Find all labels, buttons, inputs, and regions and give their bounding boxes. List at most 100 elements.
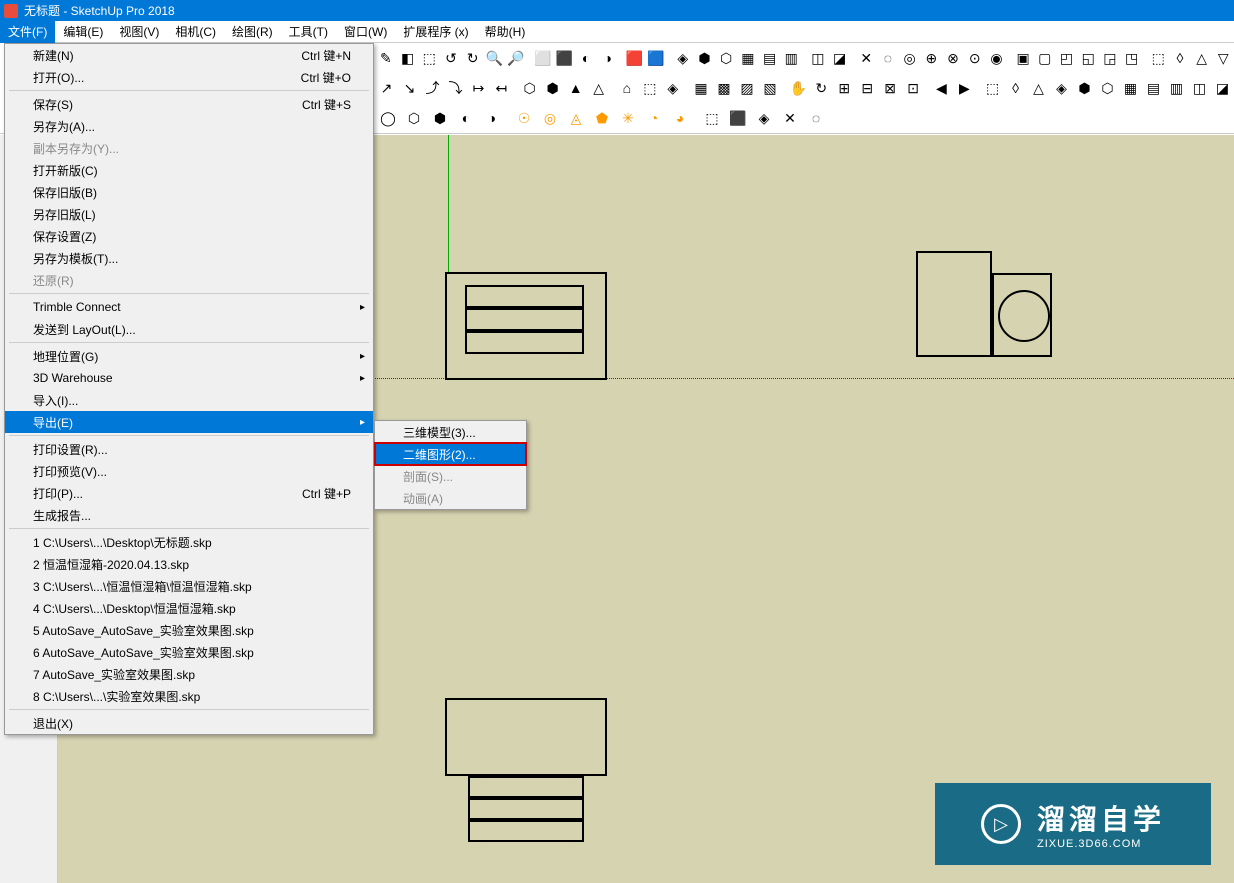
- menu-item[interactable]: 相机(C): [167, 20, 224, 43]
- menu-item[interactable]: 导入(I)...: [5, 389, 373, 411]
- menu-item[interactable]: 文件(F): [0, 20, 55, 43]
- toolbar-button[interactable]: ▲: [565, 76, 586, 100]
- menu-item[interactable]: 扩展程序 (x): [395, 20, 476, 43]
- menu-item[interactable]: 另存为模板(T)...: [5, 247, 373, 269]
- toolbar-button[interactable]: ↗: [376, 76, 397, 100]
- toolbar-button[interactable]: ▦: [738, 46, 758, 70]
- menu-item[interactable]: 保存旧版(B): [5, 181, 373, 203]
- toolbar-button[interactable]: ▥: [1166, 76, 1187, 100]
- toolbar-button[interactable]: ▢: [1035, 46, 1055, 70]
- toolbar-button[interactable]: ◈: [662, 76, 683, 100]
- menu-item[interactable]: 发送到 LayOut(L)...: [5, 318, 373, 340]
- toolbar-button[interactable]: ⬢: [428, 106, 452, 130]
- toolbar-button[interactable]: △: [1028, 76, 1049, 100]
- menu-item[interactable]: 2 恒温恒湿箱-2020.04.13.skp: [5, 553, 373, 575]
- toolbar-button[interactable]: ◪: [830, 46, 850, 70]
- toolbar-button[interactable]: ↦: [468, 76, 489, 100]
- toolbar-button[interactable]: ◳: [1122, 46, 1142, 70]
- toolbar-button[interactable]: ▣: [1013, 46, 1033, 70]
- toolbar-button[interactable]: ⬜: [533, 46, 553, 70]
- menu-item[interactable]: 保存(S)Ctrl 键+S: [5, 93, 373, 115]
- toolbar-button[interactable]: ⬡: [716, 46, 736, 70]
- toolbar-button[interactable]: ☉: [512, 106, 536, 130]
- toolbar-button[interactable]: ◐: [576, 46, 596, 70]
- toolbar-button[interactable]: ◎: [900, 46, 920, 70]
- toolbar-button[interactable]: ⊟: [857, 76, 878, 100]
- submenu-item[interactable]: 二维图形(2)...: [375, 443, 526, 465]
- menu-item[interactable]: 窗口(W): [336, 20, 395, 43]
- toolbar-button[interactable]: ◊: [1005, 76, 1026, 100]
- toolbar-button[interactable]: ↤: [491, 76, 512, 100]
- toolbar-button[interactable]: ⬡: [402, 106, 426, 130]
- menu-item[interactable]: 3D Warehouse: [5, 367, 373, 389]
- toolbar-button[interactable]: ▤: [760, 46, 780, 70]
- toolbar-button[interactable]: ⬛: [555, 46, 575, 70]
- toolbar-button[interactable]: ◊: [1170, 46, 1190, 70]
- menu-item[interactable]: 导出(E): [5, 411, 373, 433]
- toolbar-button[interactable]: ⊗: [943, 46, 963, 70]
- toolbar-button[interactable]: 🟥: [625, 46, 645, 70]
- toolbar-button[interactable]: ◬: [564, 106, 588, 130]
- submenu-item[interactable]: 三维模型(3)...: [375, 421, 526, 443]
- toolbar-button[interactable]: ⬛: [726, 106, 750, 130]
- toolbar-button[interactable]: ⊡: [903, 76, 924, 100]
- toolbar-button[interactable]: ◑: [480, 106, 504, 130]
- menu-item[interactable]: 1 C:\Users\...\Desktop\无标题.skp: [5, 531, 373, 553]
- toolbar-button[interactable]: ⬡: [1097, 76, 1118, 100]
- menu-item[interactable]: 打印预览(V)...: [5, 460, 373, 482]
- menu-item[interactable]: 绘图(R): [224, 20, 281, 43]
- toolbar-button[interactable]: ⬚: [419, 46, 439, 70]
- toolbar-button[interactable]: ⬚: [700, 106, 724, 130]
- toolbar-button[interactable]: △: [1192, 46, 1212, 70]
- toolbar-button[interactable]: ◧: [398, 46, 418, 70]
- toolbar-button[interactable]: ⊕: [921, 46, 941, 70]
- toolbar-button[interactable]: ↻: [463, 46, 483, 70]
- menu-item[interactable]: 6 AutoSave_AutoSave_实验室效果图.skp: [5, 641, 373, 663]
- toolbar-button[interactable]: ↘: [399, 76, 420, 100]
- toolbar-button[interactable]: ✕: [856, 46, 876, 70]
- menu-item[interactable]: 帮助(H): [477, 20, 534, 43]
- toolbar-button[interactable]: ▧: [760, 76, 781, 100]
- toolbar-button[interactable]: ◱: [1078, 46, 1098, 70]
- toolbar-button[interactable]: ⬚: [639, 76, 660, 100]
- toolbar-button[interactable]: ◪: [1212, 76, 1233, 100]
- menu-item[interactable]: 5 AutoSave_AutoSave_实验室效果图.skp: [5, 619, 373, 641]
- menu-item[interactable]: 退出(X): [5, 712, 373, 734]
- menu-item[interactable]: 新建(N)Ctrl 键+N: [5, 44, 373, 66]
- toolbar-button[interactable]: ⬚: [1148, 46, 1168, 70]
- toolbar-button[interactable]: ▶: [954, 76, 975, 100]
- menu-item[interactable]: 工具(T): [281, 20, 336, 43]
- toolbar-button[interactable]: ▽: [1213, 46, 1233, 70]
- toolbar-button[interactable]: ◈: [752, 106, 776, 130]
- toolbar-button[interactable]: ◈: [673, 46, 693, 70]
- toolbar-button[interactable]: ▦: [1120, 76, 1141, 100]
- toolbar-button[interactable]: ⬢: [542, 76, 563, 100]
- toolbar-button[interactable]: ✎: [376, 46, 396, 70]
- toolbar-button[interactable]: ⬚: [982, 76, 1003, 100]
- toolbar-button[interactable]: ◫: [808, 46, 828, 70]
- menu-bar[interactable]: 文件(F)编辑(E)视图(V)相机(C)绘图(R)工具(T)窗口(W)扩展程序 …: [0, 21, 1234, 43]
- export-submenu[interactable]: 三维模型(3)...二维图形(2)...剖面(S)...动画(A): [374, 420, 527, 510]
- menu-item[interactable]: 生成报告...: [5, 504, 373, 526]
- toolbar-button[interactable]: ⤴: [422, 76, 443, 100]
- toolbar-button[interactable]: ⬡: [519, 76, 540, 100]
- menu-item[interactable]: 另存旧版(L): [5, 203, 373, 225]
- menu-item[interactable]: 8 C:\Users\...\实验室效果图.skp: [5, 685, 373, 707]
- toolbar-button[interactable]: ✕: [778, 106, 802, 130]
- toolbar-button[interactable]: ▥: [781, 46, 801, 70]
- toolbar-button[interactable]: ◯: [376, 106, 400, 130]
- toolbar-button[interactable]: ◔: [642, 106, 666, 130]
- toolbar-button[interactable]: ◀: [931, 76, 952, 100]
- menu-item[interactable]: 打开新版(C): [5, 159, 373, 181]
- toolbar-button[interactable]: ↻: [811, 76, 832, 100]
- toolbar-button[interactable]: ⤵: [445, 76, 466, 100]
- toolbar-button[interactable]: ◈: [1051, 76, 1072, 100]
- menu-item[interactable]: 4 C:\Users\...\Desktop\恒温恒湿箱.skp: [5, 597, 373, 619]
- toolbar-button[interactable]: 🔍: [485, 46, 505, 70]
- toolbar-button[interactable]: ⊠: [880, 76, 901, 100]
- toolbar-button[interactable]: ⌂: [616, 76, 637, 100]
- toolbar-button[interactable]: ◐: [454, 106, 478, 130]
- toolbar-button[interactable]: ✳: [616, 106, 640, 130]
- toolbar-button[interactable]: △: [588, 76, 609, 100]
- menu-item[interactable]: 打开(O)...Ctrl 键+O: [5, 66, 373, 88]
